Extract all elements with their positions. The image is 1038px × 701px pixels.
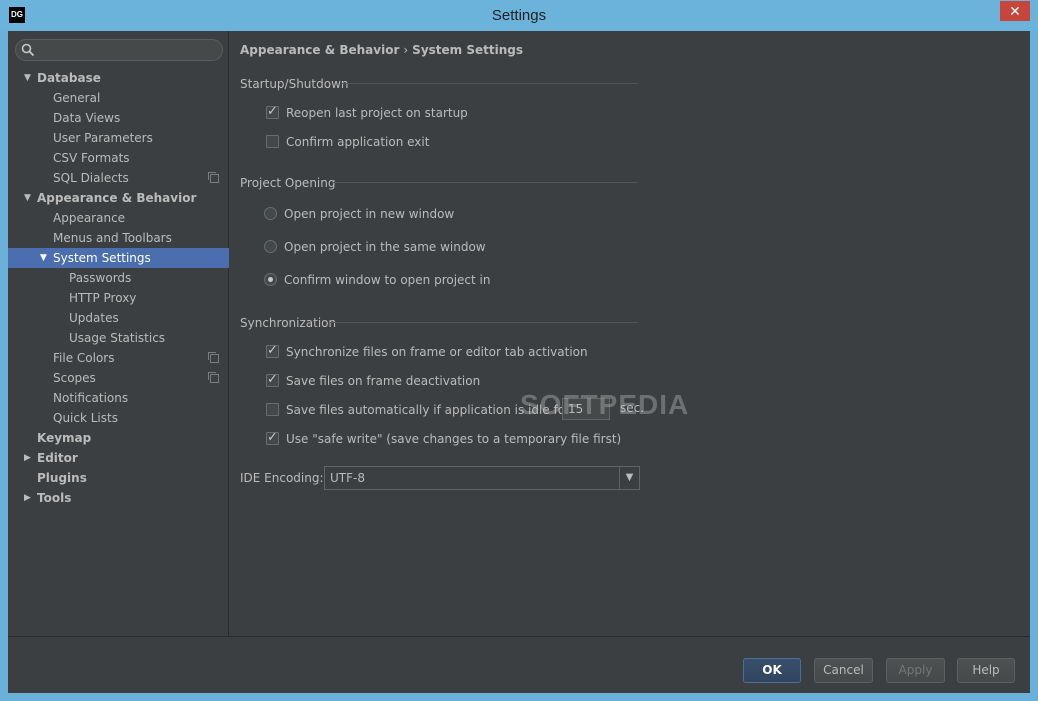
save-when-idle-checkbox[interactable] [266, 403, 279, 416]
tree-item-label: Passwords [69, 271, 132, 285]
tree-item-database[interactable]: ▼ Database [8, 68, 229, 88]
project-scope-icon [208, 172, 219, 183]
tree-item-http-proxy[interactable]: HTTP Proxy [8, 288, 229, 308]
project-scope-icon [208, 352, 219, 363]
tree-item-label: General [53, 91, 101, 105]
tree-item-label: Appearance [53, 211, 126, 225]
tree-item-label: Tools [37, 491, 72, 505]
tree-item-label: Keymap [37, 431, 92, 445]
expand-arrow-icon[interactable]: ▼ [40, 248, 50, 268]
confirm-window-radio[interactable] [264, 273, 277, 286]
settings-sidebar: ▼ Database General Data Views User Parameter… [8, 31, 229, 636]
help-button[interactable]: Help [957, 658, 1015, 683]
sync-files-checkbox[interactable] [266, 342, 279, 360]
tree-item-label: Menus and Toolbars [53, 231, 172, 245]
ok-button[interactable]: OK [743, 658, 801, 683]
tree-item-label: File Colors [53, 351, 115, 365]
tree-item-passwords[interactable]: Passwords [8, 268, 229, 288]
startup-divider [342, 83, 638, 84]
softpedia-watermark: SOFTPEDIA [520, 389, 690, 420]
project-scope-icon [208, 372, 219, 383]
startup-section-title: Startup/Shutdown [240, 77, 349, 91]
save-on-deactivation-checkbox[interactable] [266, 371, 279, 389]
window-title: Settings [491, 7, 547, 24]
tree-item-editor[interactable]: ▶ Editor [8, 448, 229, 468]
open-same-window-radio[interactable] [264, 240, 277, 253]
settings-window: ▼ Database General Data Views User Parameter… [8, 31, 1030, 693]
tree-item-label: CSV Formats [53, 151, 130, 165]
ide-encoding-dropdown[interactable]: UTF-8 ▼ [324, 466, 640, 490]
open-new-window-radio[interactable] [264, 207, 277, 220]
tree-item-scopes[interactable]: Scopes [8, 368, 229, 388]
title-bar: DG Settings ✕ [0, 0, 1038, 31]
tree-item-user-parameters[interactable]: User Parameters [8, 128, 229, 148]
confirm-exit-checkbox[interactable] [266, 135, 279, 148]
expand-arrow-icon[interactable]: ▼ [24, 188, 34, 208]
tree-item-usage-statistics[interactable]: Usage Statistics [8, 328, 229, 348]
tree-item-general[interactable]: General [8, 88, 229, 108]
search-input[interactable] [40, 42, 218, 58]
tree-item-label: Database [37, 71, 101, 85]
tree-item-keymap[interactable]: Keymap [8, 428, 229, 448]
tree-item-tools[interactable]: ▶ Tools [8, 488, 229, 508]
tree-item-label: Notifications [53, 391, 129, 405]
confirm-exit-label: Confirm application exit [286, 135, 430, 149]
tree-item-csv-formats[interactable]: CSV Formats [8, 148, 229, 168]
tree-item-label: User Parameters [53, 131, 153, 145]
tree-item-label: Editor [37, 451, 78, 465]
tree-item-label: Usage Statistics [69, 331, 166, 345]
tree-item-appearance-behavior[interactable]: ▼ Appearance & Behavior [8, 188, 229, 208]
project-opening-divider [332, 182, 638, 183]
tree-item-label: HTTP Proxy [69, 291, 137, 305]
close-button[interactable]: ✕ [1000, 1, 1030, 21]
ide-encoding-value: UTF-8 [330, 471, 365, 485]
search-box[interactable] [15, 39, 223, 61]
tree-item-data-views[interactable]: Data Views [8, 108, 229, 128]
tree-item-label: SQL Dialects [53, 171, 129, 185]
open-new-window-label: Open project in new window [284, 207, 455, 221]
settings-tree: ▼ Database General Data Views User Parameter… [8, 68, 229, 508]
open-same-window-label: Open project in the same window [284, 240, 486, 254]
tree-item-label: Data Views [53, 111, 121, 125]
sync-files-label: Synchronize files on frame or editor tab… [286, 345, 588, 359]
breadcrumb-current: System Settings [412, 43, 523, 57]
tree-item-quick-lists[interactable]: Quick Lists [8, 408, 229, 428]
search-icon [21, 43, 35, 57]
breadcrumb-separator: › [403, 43, 409, 57]
tree-item-label: Updates [69, 311, 119, 325]
confirm-window-label: Confirm window to open project in [284, 273, 491, 287]
reopen-last-project-label: Reopen last project on startup [286, 106, 468, 120]
save-on-deactivation-label: Save files on frame deactivation [286, 374, 481, 388]
ide-encoding-label: IDE Encoding: [240, 471, 324, 485]
settings-content: Appearance & Behavior › System Settings St… [230, 31, 1030, 636]
collapse-arrow-icon[interactable]: ▶ [24, 488, 34, 508]
tree-item-system-settings[interactable]: ▼ System Settings [8, 248, 229, 268]
cancel-button[interactable]: Cancel [814, 658, 873, 683]
tree-item-updates[interactable]: Updates [8, 308, 229, 328]
safe-write-label: Use "safe write" (save changes to a temp… [286, 432, 622, 446]
tree-item-appearance[interactable]: Appearance [8, 208, 229, 228]
sync-divider [330, 322, 638, 323]
tree-item-notifications[interactable]: Notifications [8, 388, 229, 408]
safe-write-checkbox[interactable] [266, 429, 279, 447]
tree-item-label: Scopes [53, 371, 96, 385]
tree-item-menus-and-toolbars[interactable]: Menus and Toolbars [8, 228, 229, 248]
apply-button[interactable]: Apply [886, 658, 945, 683]
tree-item-label: System Settings [53, 251, 151, 265]
sync-section-title: Synchronization [240, 316, 337, 330]
tree-item-file-colors[interactable]: File Colors [8, 348, 229, 368]
project-opening-section-title: Project Opening [240, 176, 336, 190]
tree-item-label: Quick Lists [53, 411, 118, 425]
reopen-last-project-checkbox[interactable] [266, 103, 279, 121]
dialog-footer: OK Cancel Apply Help [8, 636, 1030, 693]
expand-arrow-icon[interactable]: ▼ [24, 68, 34, 88]
chevron-down-icon[interactable]: ▼ [619, 467, 639, 489]
tree-item-plugins[interactable]: Plugins [8, 468, 229, 488]
tree-item-label: Appearance & Behavior [37, 191, 197, 205]
tree-item-sql-dialects[interactable]: SQL Dialects [8, 168, 229, 188]
breadcrumb: Appearance & Behavior › System Settings [240, 43, 523, 57]
tree-item-label: Plugins [37, 471, 87, 485]
collapse-arrow-icon[interactable]: ▶ [24, 448, 34, 468]
breadcrumb-parent[interactable]: Appearance & Behavior [240, 43, 399, 57]
